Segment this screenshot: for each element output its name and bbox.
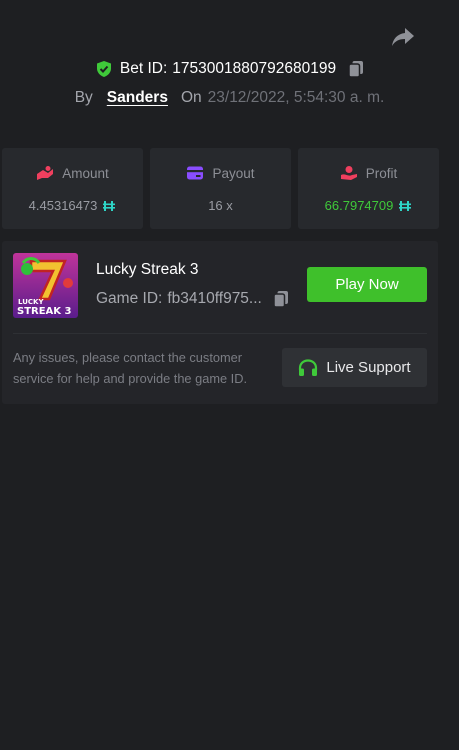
game-thumbnail[interactable]: LUCKY STREAK 3 xyxy=(13,253,78,318)
copy-bet-id-icon[interactable] xyxy=(348,60,364,78)
live-support-button[interactable]: Live Support xyxy=(282,348,427,387)
bet-id-value: 1753001880792680199 xyxy=(172,60,337,77)
by-label: By xyxy=(74,89,93,106)
support-message: Any issues, please contact the customer … xyxy=(13,350,248,386)
bet-id-row: Bet ID: 1753001880792680199 xyxy=(0,60,459,78)
stat-profit: Profit 66.7974709 xyxy=(298,148,439,229)
stat-profit-value: 66.7974709 xyxy=(324,198,394,213)
stat-profit-label: Profit xyxy=(365,165,398,181)
verified-shield-icon xyxy=(96,61,111,77)
bet-date: 23/12/2022, 5:54:30 a. m. xyxy=(207,89,385,106)
profit-icon xyxy=(340,166,357,180)
play-now-button[interactable]: Play Now xyxy=(307,267,427,302)
bet-id-label: Bet ID: xyxy=(119,60,168,77)
game-name: Lucky Streak 3 xyxy=(96,261,199,278)
amount-icon xyxy=(37,166,54,180)
game-id-row: Game ID: fb3410ff975... xyxy=(96,290,289,308)
stat-amount: Amount 4.45316473 xyxy=(2,148,143,229)
headset-icon xyxy=(299,358,318,376)
live-support-label: Live Support xyxy=(326,359,411,376)
game-id-value: fb3410ff975... xyxy=(167,290,262,307)
copy-game-id-icon[interactable] xyxy=(273,290,289,308)
stat-amount-value: 4.45316473 xyxy=(28,198,98,213)
hbar-coin-icon xyxy=(399,200,412,211)
card-icon xyxy=(187,166,204,180)
thumbnail-title-line2: STREAK 3 xyxy=(17,306,72,317)
game-card: LUCKY STREAK 3 Lucky Streak 3 Game ID: f… xyxy=(2,241,438,404)
game-id-label: Game ID: xyxy=(96,290,163,307)
bet-stats: Amount 4.45316473 Payout 16 x Profit 66.… xyxy=(2,148,439,229)
stat-amount-label: Amount xyxy=(62,165,109,181)
bet-author-row: By Sanders On 23/12/2022, 5:54:30 a. m. xyxy=(0,89,459,107)
on-label: On xyxy=(180,89,202,106)
thumbnail-title-line1: LUCKY xyxy=(18,298,44,306)
stat-payout-value: 16 x xyxy=(208,198,233,213)
stat-payout: Payout 16 x xyxy=(150,148,291,229)
hbar-coin-icon xyxy=(103,200,116,211)
share-icon[interactable] xyxy=(391,26,415,48)
username-link[interactable]: Sanders xyxy=(107,89,168,107)
stat-payout-label: Payout xyxy=(212,165,255,181)
divider xyxy=(13,333,427,334)
